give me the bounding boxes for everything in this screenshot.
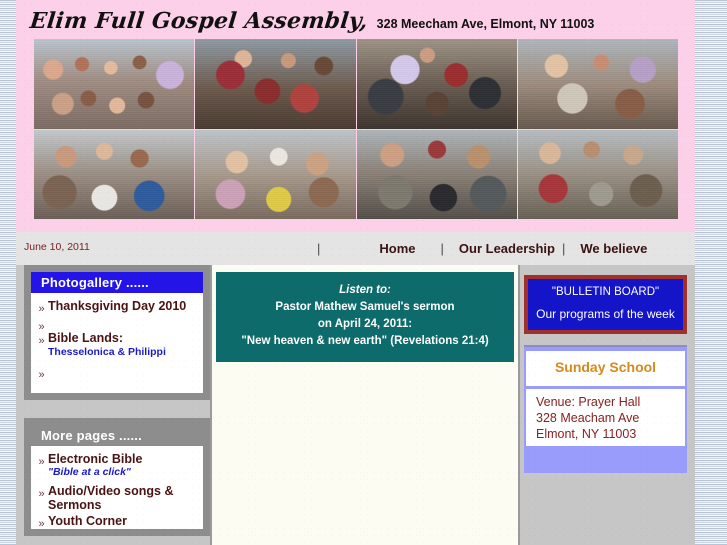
more-pages-item-electronic-bible-sub-row[interactable]: » "Bible at a click" bbox=[35, 466, 199, 483]
photogallery-list: » Thanksgiving Day 2010 » » Bible Lands:… bbox=[31, 293, 203, 381]
more-pages-panel: More pages ...... » Electronic Bible » "… bbox=[24, 418, 210, 536]
list-item[interactable]: » Youth Corner bbox=[35, 514, 199, 531]
nav-link-we-believe[interactable]: We believe bbox=[574, 241, 653, 256]
more-pages-item-electronic-bible-sub: "Bible at a click" bbox=[48, 466, 131, 478]
collage-photo-5 bbox=[34, 129, 195, 219]
photogallery-heading: Photogallery ...... bbox=[31, 272, 203, 293]
left-sidebar: Photogallery ...... » Thanksgiving Day 2… bbox=[24, 265, 210, 536]
bulletin-board-subtitle: Our programs of the week bbox=[536, 307, 675, 321]
site-address: 328 Meecham Ave, Elmont, NY 11003 bbox=[376, 17, 595, 31]
nav-separator-1: | bbox=[317, 241, 321, 256]
collage-photo-7 bbox=[356, 129, 517, 219]
list-item[interactable]: » Thanksgiving Day 2010 bbox=[35, 299, 199, 316]
chevron-double-right-icon: » bbox=[38, 518, 45, 530]
chevron-double-right-icon: » bbox=[38, 488, 45, 500]
chevron-double-right-icon: » bbox=[38, 335, 45, 347]
collage-photo-2 bbox=[195, 39, 356, 129]
programs-purple-panel: Sunday School Venue: Prayer Hall 328 Mea… bbox=[524, 345, 687, 473]
collage-photo-3 bbox=[356, 39, 517, 129]
sunday-school-details: Venue: Prayer Hall 328 Meacham Ave Elmon… bbox=[526, 389, 685, 446]
chevron-double-right-icon: » bbox=[38, 456, 45, 468]
more-pages-list: » Electronic Bible » "Bible at a click" … bbox=[31, 446, 203, 534]
sunday-school-venue: Venue: Prayer Hall bbox=[536, 395, 641, 409]
collage-photo-4 bbox=[517, 39, 678, 129]
more-pages-heading: More pages ...... bbox=[31, 425, 203, 446]
page-root: Elim Full Gospel Assembly, 328 Meecham Av… bbox=[0, 0, 727, 545]
photogallery-item-bible-lands-sub-row[interactable]: » Thesselonica & Philippi bbox=[35, 346, 199, 363]
sunday-school-heading: Sunday School bbox=[554, 359, 657, 375]
page-edge-texture-left bbox=[0, 0, 16, 545]
photogallery-item-bible-lands-sub: Thesselonica & Philippi bbox=[48, 346, 166, 358]
main-content-column: Listen to: Pastor Mathew Samuel's sermon… bbox=[210, 265, 520, 545]
nav-links: | Home | Our Leadership | We believe | bbox=[316, 232, 711, 265]
bulletin-board-title: "BULLETIN BOARD" bbox=[551, 286, 660, 298]
chevron-double-right-icon: » bbox=[38, 369, 45, 381]
list-item[interactable]: » Audio/Video songs & Sermons bbox=[35, 484, 199, 512]
sermon-listen-label: Listen to: bbox=[339, 284, 391, 296]
page-edge-texture-right bbox=[695, 0, 727, 545]
sermon-listen-box[interactable]: Listen to: Pastor Mathew Samuel's sermon… bbox=[216, 272, 514, 362]
collage-photo-6 bbox=[195, 129, 356, 219]
nav-separator-2: | bbox=[440, 241, 444, 256]
right-sidebar: "BULLETIN BOARD" Our programs of the wee… bbox=[524, 265, 687, 545]
site-title-row: Elim Full Gospel Assembly, 328 Meecham Av… bbox=[28, 8, 595, 34]
sunday-school-header: Sunday School bbox=[526, 351, 685, 386]
list-item[interactable]: » bbox=[35, 317, 199, 333]
site-title: Elim Full Gospel Assembly, bbox=[28, 8, 370, 34]
sermon-date: on April 24, 2011: bbox=[317, 318, 413, 330]
site-header: Elim Full Gospel Assembly, 328 Meecham Av… bbox=[16, 0, 695, 232]
current-date: June 10, 2011 bbox=[24, 241, 90, 253]
sermon-preacher: Pastor Mathew Samuel's sermon bbox=[275, 301, 455, 313]
photogallery-item-bible-lands: Bible Lands: bbox=[48, 331, 124, 345]
photogallery-panel: Photogallery ...... » Thanksgiving Day 2… bbox=[24, 265, 210, 400]
more-pages-item-youth-corner: Youth Corner bbox=[48, 514, 127, 528]
bulletin-board-box[interactable]: "BULLETIN BOARD" Our programs of the wee… bbox=[524, 275, 687, 334]
photogallery-item-thanksgiving: Thanksgiving Day 2010 bbox=[48, 299, 187, 313]
header-photo-collage bbox=[34, 39, 678, 219]
collage-photo-8 bbox=[517, 129, 678, 219]
more-pages-item-electronic-bible: Electronic Bible bbox=[48, 452, 143, 466]
nav-link-our-leadership[interactable]: Our Leadership bbox=[453, 241, 561, 256]
nav-separator-3: | bbox=[561, 241, 566, 256]
collage-photo-1 bbox=[34, 39, 195, 129]
sunday-school-street: 328 Meacham Ave bbox=[536, 411, 640, 425]
chevron-double-right-icon: » bbox=[38, 303, 45, 315]
nav-link-home[interactable]: Home bbox=[373, 241, 421, 256]
sunday-school-city: Elmont, NY 11003 bbox=[536, 427, 637, 441]
more-pages-item-audio-video: Audio/Video songs & Sermons bbox=[48, 484, 174, 512]
main-navigation-bar: June 10, 2011 | Home | Our Leadership | … bbox=[16, 232, 710, 265]
list-item[interactable]: » bbox=[35, 365, 199, 381]
page-body: Photogallery ...... » Thanksgiving Day 2… bbox=[16, 265, 695, 545]
sermon-title: "New heaven & new earth" (Revelations 21… bbox=[241, 335, 489, 347]
